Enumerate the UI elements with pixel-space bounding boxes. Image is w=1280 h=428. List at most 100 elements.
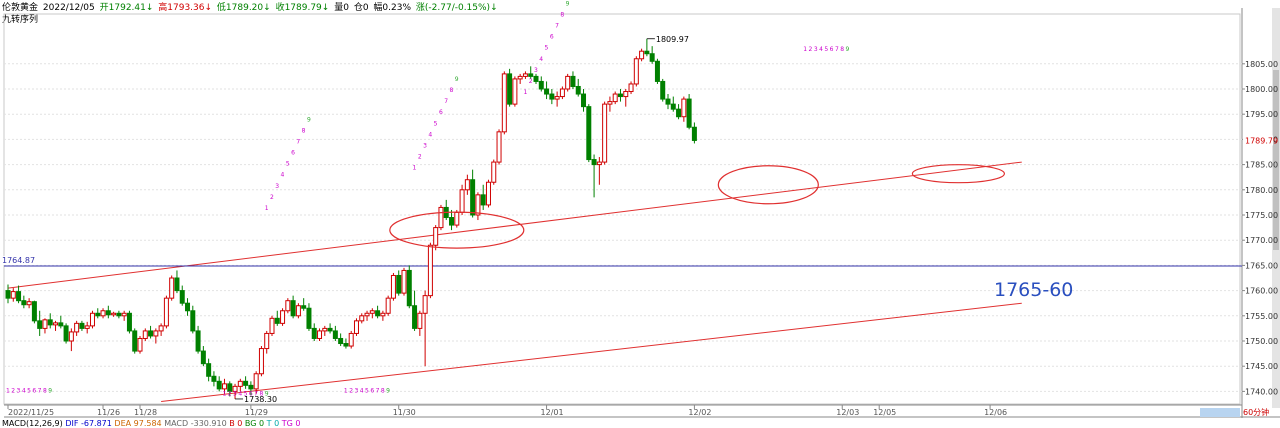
candle-body bbox=[206, 363, 212, 377]
candle-body bbox=[311, 327, 317, 339]
candle-body bbox=[16, 291, 22, 302]
candle-body bbox=[686, 98, 692, 128]
y-tick-label: 1805.00 bbox=[1245, 60, 1278, 69]
candlestick-chart[interactable]: 1740.00 1745.00 1750.00 1755.00 1760.00 1765.… bbox=[0, 0, 1280, 428]
level-annotation: 1765-60 bbox=[994, 279, 1073, 301]
candle-body bbox=[295, 305, 301, 317]
ellipse-markers bbox=[389, 164, 1006, 249]
candle-body bbox=[68, 331, 74, 342]
sequence-number: 2 bbox=[529, 78, 533, 85]
candle-body bbox=[676, 108, 682, 118]
candle-body bbox=[544, 88, 550, 95]
candle-body bbox=[5, 290, 11, 299]
low-label: 1738.30 bbox=[244, 395, 277, 404]
candle-body bbox=[185, 302, 191, 312]
sequence-number: 4 bbox=[238, 390, 242, 397]
candle-body bbox=[586, 106, 592, 161]
candle-body bbox=[412, 305, 418, 329]
candle-body bbox=[211, 375, 217, 382]
candle-body bbox=[528, 73, 534, 77]
candle-body bbox=[570, 75, 576, 87]
candle-body bbox=[301, 305, 307, 309]
candle-body bbox=[591, 159, 597, 166]
sequence-number: 2 bbox=[418, 154, 422, 161]
candle-body bbox=[644, 50, 650, 55]
candle-body bbox=[533, 75, 539, 82]
sequence-number: 8 bbox=[43, 387, 47, 394]
candle-body bbox=[285, 300, 291, 312]
sequence-number: 5 bbox=[27, 387, 31, 394]
candle-body bbox=[470, 179, 476, 216]
candle-body bbox=[169, 277, 175, 299]
candle-body bbox=[137, 337, 143, 352]
chart-window: 伦敦黄金 2022/12/05 开1792.41↓ 高1793.36↓ 低178… bbox=[0, 0, 1280, 428]
sequence-number: 3 bbox=[233, 390, 237, 397]
plot-frame bbox=[3, 13, 1241, 405]
candle-body bbox=[132, 330, 138, 352]
y-tick-label: 1770.00 bbox=[1245, 236, 1278, 245]
trend-line bbox=[161, 302, 1022, 402]
candle-body bbox=[427, 244, 433, 297]
candle-body bbox=[79, 322, 85, 329]
sequence-number: 3 bbox=[534, 67, 538, 74]
sequence-number: 1 bbox=[344, 387, 348, 394]
candle-body bbox=[264, 332, 270, 350]
candle-body bbox=[596, 161, 602, 166]
macd-t: T 0 bbox=[266, 419, 280, 428]
candle-body bbox=[63, 325, 69, 342]
candle-body bbox=[581, 93, 587, 108]
candle-body bbox=[174, 277, 180, 292]
candle-body bbox=[496, 131, 502, 163]
candle-body bbox=[559, 88, 565, 98]
sequence-number: 7 bbox=[296, 138, 300, 145]
period-bar bbox=[1200, 408, 1240, 417]
sequence-number: 4 bbox=[281, 172, 285, 179]
y-tick-label: 1755.00 bbox=[1245, 312, 1278, 321]
sequence-number: 4 bbox=[22, 387, 26, 394]
level-label: 1764.87 bbox=[2, 256, 35, 265]
candle-body bbox=[195, 330, 201, 352]
sequence-number: 4 bbox=[360, 387, 364, 394]
candle-body bbox=[364, 312, 370, 317]
candle-body bbox=[47, 319, 53, 326]
grid-lines: 1740.00 1745.00 1750.00 1755.00 1760.00 1765.… bbox=[4, 60, 1278, 396]
macd-readout: MACD(12,26,9) DIF -67.871 DEA 97.584 MAC… bbox=[2, 419, 300, 428]
candle-body bbox=[639, 50, 645, 60]
candle-body bbox=[343, 343, 349, 347]
candle-body bbox=[575, 85, 581, 95]
y-tick-label: 1750.00 bbox=[1245, 337, 1278, 346]
sequence-number: 5 bbox=[365, 387, 369, 394]
macd-dea: DEA 97.584 bbox=[114, 419, 162, 428]
candle-body bbox=[665, 98, 671, 105]
sequence-number: 9 bbox=[455, 76, 459, 83]
x-tick-label: 12/02 bbox=[688, 408, 711, 417]
candle-body bbox=[142, 330, 148, 339]
sequence-number: 4 bbox=[539, 56, 543, 63]
sequence-number: 1 bbox=[222, 390, 226, 397]
candle-body bbox=[200, 350, 206, 365]
sequence-number: 2 bbox=[228, 390, 232, 397]
candle-body bbox=[248, 384, 254, 390]
candle-body bbox=[163, 297, 169, 327]
sequence-number: 8 bbox=[560, 11, 564, 18]
candle-body bbox=[401, 269, 407, 294]
candle-body bbox=[512, 78, 518, 105]
candle-body bbox=[348, 332, 354, 347]
candle-body bbox=[449, 217, 455, 226]
sequence-number: 8 bbox=[450, 87, 454, 94]
y-tick-label: 1800.00 bbox=[1245, 85, 1278, 94]
sequence-number: 9 bbox=[307, 116, 311, 123]
sequence-number: 6 bbox=[439, 109, 443, 116]
candle-body bbox=[274, 317, 280, 324]
candle-body bbox=[332, 330, 338, 339]
candle-body bbox=[480, 194, 486, 206]
candle-body bbox=[464, 179, 470, 191]
candle-body bbox=[58, 322, 64, 327]
candle-body bbox=[522, 73, 528, 77]
candle-body bbox=[406, 269, 412, 307]
y-tick-label: 1740.00 bbox=[1245, 387, 1278, 396]
sequence-number: 3 bbox=[275, 183, 279, 190]
sequence-number: 8 bbox=[840, 46, 844, 53]
candle-body bbox=[243, 380, 249, 386]
candle-body bbox=[602, 103, 608, 163]
